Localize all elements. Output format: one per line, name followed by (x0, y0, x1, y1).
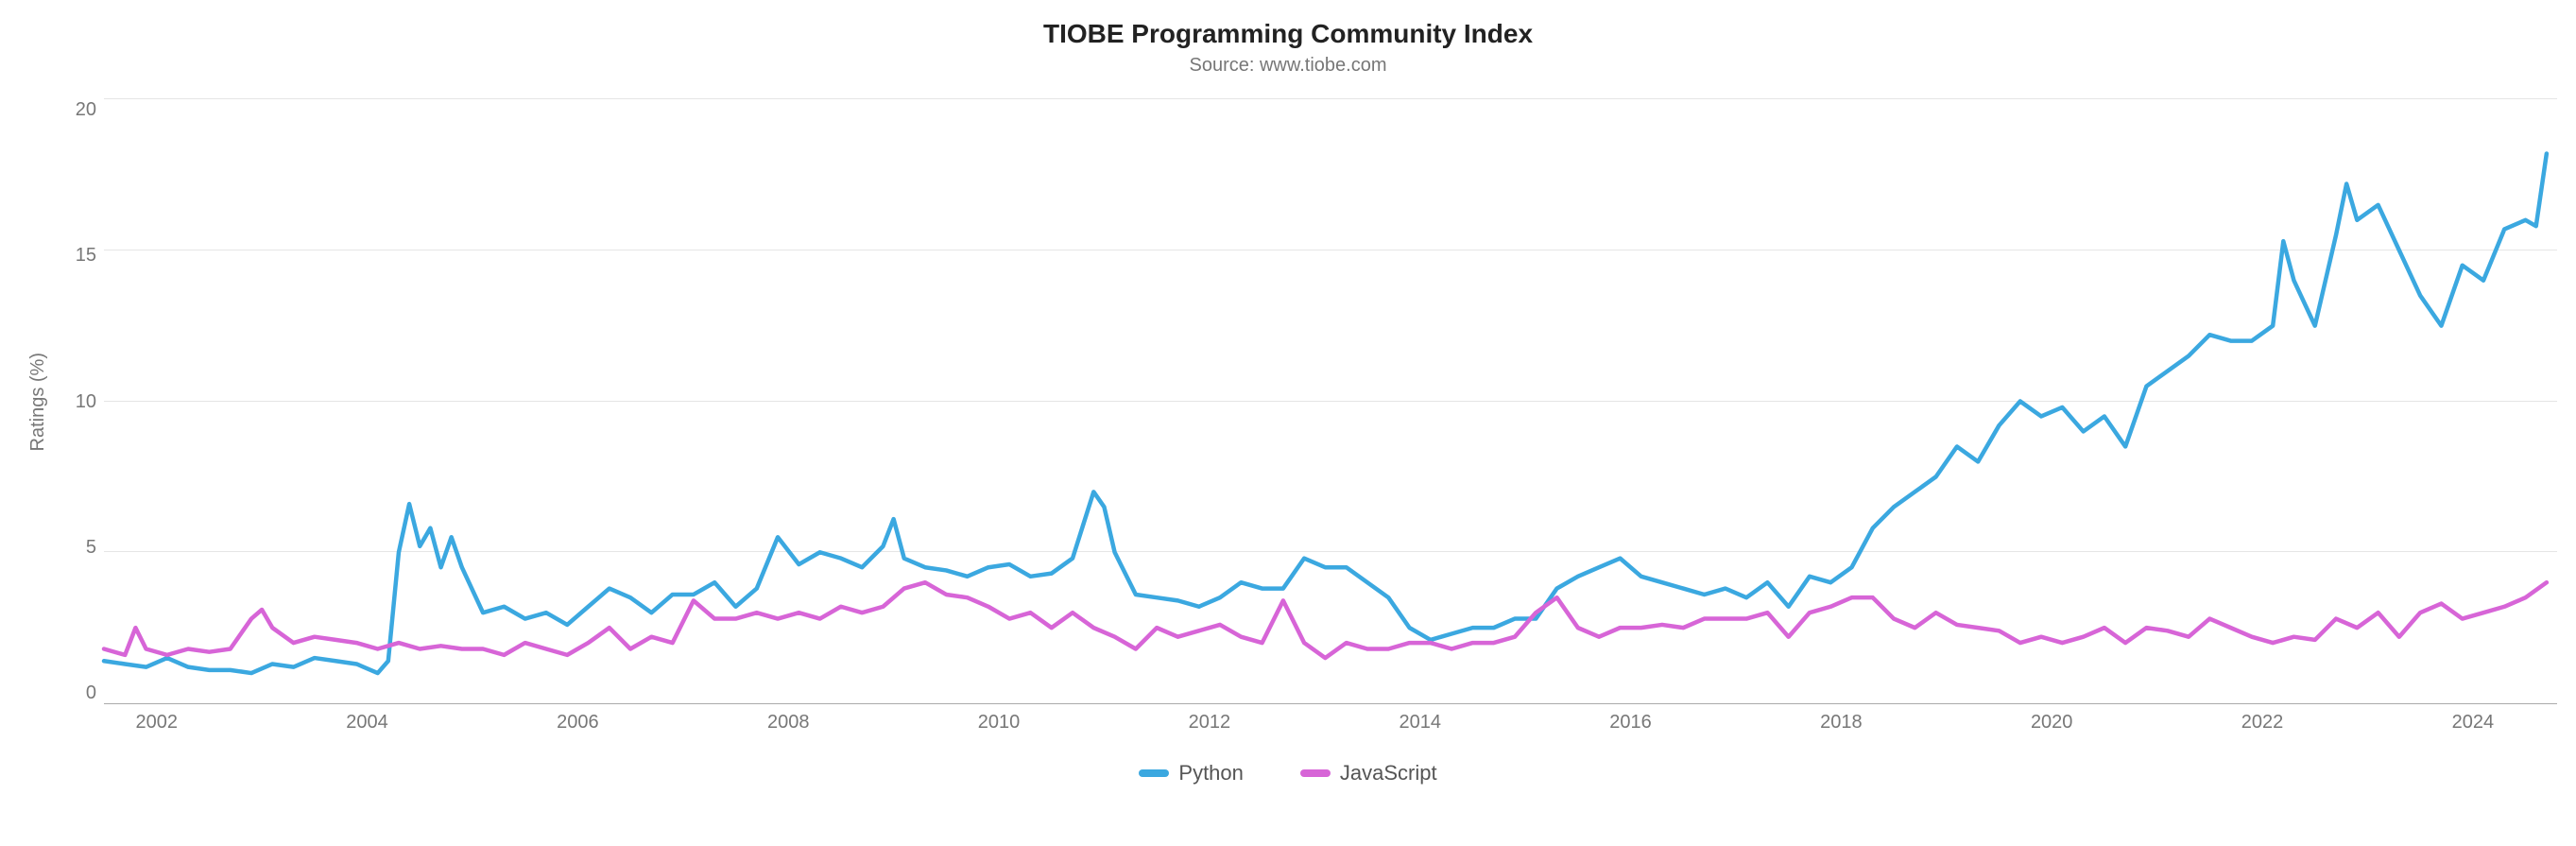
x-tick: 2024 (2452, 712, 2495, 734)
x-tick: 2022 (2241, 712, 2284, 734)
x-tick: 2002 (135, 712, 178, 734)
series-javascript[interactable] (104, 582, 2547, 658)
chart-subtitle: Source: www.tiobe.com (19, 55, 2557, 77)
x-tick: 2014 (1399, 712, 1441, 734)
series-python[interactable] (104, 154, 2547, 674)
legend-item-javascript[interactable]: JavaScript (1300, 761, 1437, 786)
y-axis-label: Ratings (%) (27, 353, 49, 451)
x-tick: 2020 (2031, 712, 2073, 734)
legend-item-python[interactable]: Python (1139, 761, 1244, 786)
legend-swatch-icon (1139, 769, 1169, 777)
chart-container: TIOBE Programming Community Index Source… (19, 19, 2557, 786)
line-svg (104, 99, 2557, 703)
x-tick: 2018 (1820, 712, 1863, 734)
plot-row: Ratings (%) 20 15 10 5 0 (19, 99, 2557, 704)
y-tick: 20 (76, 99, 96, 121)
plot-area[interactable] (104, 99, 2557, 704)
x-tick: 2016 (1609, 712, 1652, 734)
x-tick: 2008 (767, 712, 810, 734)
y-axis-label-wrap: Ratings (%) (19, 99, 57, 704)
legend-label: Python (1178, 761, 1244, 786)
y-tick: 10 (76, 391, 96, 413)
y-tick: 5 (86, 537, 96, 559)
x-tick: 2004 (346, 712, 388, 734)
y-tick: 0 (86, 682, 96, 704)
x-tick: 2006 (557, 712, 599, 734)
x-tick: 2010 (978, 712, 1021, 734)
legend-swatch-icon (1300, 769, 1331, 777)
x-tick: 2012 (1189, 712, 1231, 734)
y-tick: 15 (76, 245, 96, 267)
legend: Python JavaScript (19, 761, 2557, 786)
y-axis-ticks: 20 15 10 5 0 (57, 99, 104, 704)
x-axis-ticks: 2002 2004 2006 2008 2010 2012 2014 2016 2018 2020… (104, 704, 2557, 742)
legend-label: JavaScript (1340, 761, 1437, 786)
chart-title: TIOBE Programming Community Index (19, 19, 2557, 49)
